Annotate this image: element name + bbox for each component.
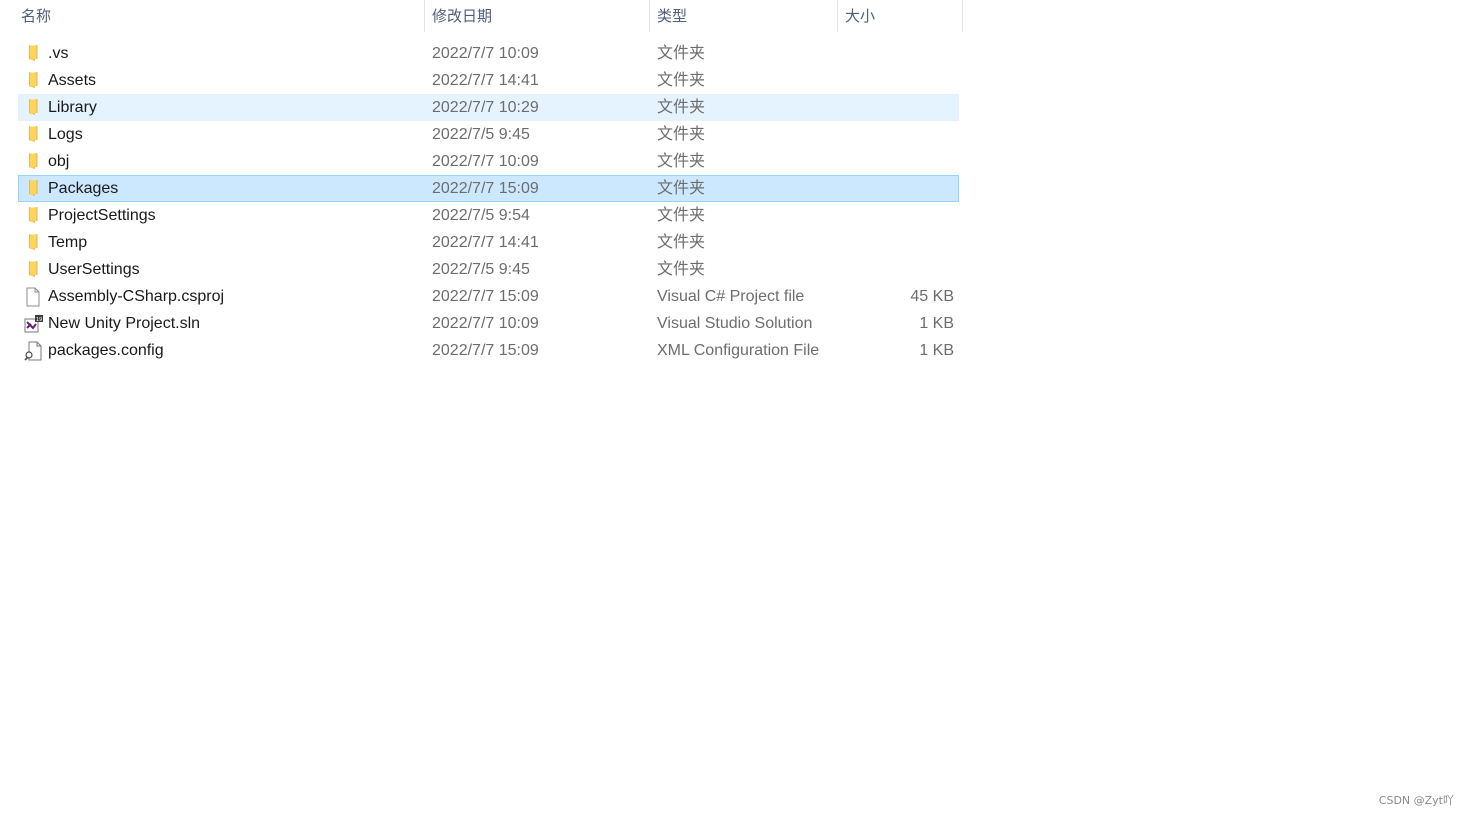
file-explorer-details-view: 名称 修改日期 类型 大小 .vs 2022/7/7 10:09 文件夹 Assets… — [0, 0, 1468, 817]
file-modified-date: 2022/7/7 15:09 — [432, 180, 539, 197]
file-row[interactable]: .vs 2022/7/7 10:09 文件夹 — [18, 40, 959, 67]
file-modified-date: 2022/7/7 10:09 — [432, 153, 539, 170]
file-size: 1 KB — [919, 342, 954, 359]
file-type: Visual Studio Solution — [657, 315, 813, 332]
folder-icon — [24, 260, 42, 278]
file-name: .vs — [48, 45, 69, 62]
folder-icon — [24, 44, 42, 62]
folder-icon — [24, 71, 42, 89]
file-modified-date: 2022/7/5 9:54 — [432, 207, 530, 224]
file-row[interactable]: Logs 2022/7/5 9:45 文件夹 — [18, 121, 959, 148]
file-type: 文件夹 — [657, 72, 706, 89]
file-name: Assembly-CSharp.csproj — [48, 288, 225, 305]
file-type: 文件夹 — [657, 180, 706, 197]
file-type: 文件夹 — [657, 126, 706, 143]
folder-icon — [24, 125, 42, 143]
file-type: XML Configuration File — [657, 342, 820, 359]
file-row[interactable]: Packages 2022/7/7 15:09 文件夹 — [18, 175, 959, 202]
column-header-name-label: 名称 — [21, 8, 52, 25]
file-name: Assets — [48, 72, 97, 89]
file-type: 文件夹 — [657, 153, 706, 170]
column-header-type[interactable]: 类型 — [650, 0, 838, 32]
column-header-date-label: 修改日期 — [432, 8, 493, 25]
column-header-date[interactable]: 修改日期 — [425, 0, 650, 32]
file-type: Visual C# Project file — [657, 288, 805, 305]
file-modified-date: 2022/7/7 10:09 — [432, 315, 539, 332]
file-row[interactable]: UserSettings 2022/7/5 9:45 文件夹 — [18, 256, 959, 283]
column-header-bar: 名称 修改日期 类型 大小 — [0, 0, 963, 32]
file-name: Library — [48, 99, 97, 116]
file-size: 1 KB — [919, 315, 954, 332]
file-name: ProjectSettings — [48, 207, 156, 224]
file-modified-date: 2022/7/7 10:29 — [432, 99, 539, 116]
folder-icon — [24, 179, 42, 197]
file-type: 文件夹 — [657, 99, 706, 116]
file-row[interactable]: Assembly-CSharp.csproj 2022/7/7 15:09 Visu… — [18, 283, 959, 310]
file-type: 文件夹 — [657, 45, 706, 62]
file-list: .vs 2022/7/7 10:09 文件夹 Assets 2022/7/7 14:41… — [18, 40, 959, 364]
file-name: packages.config — [48, 342, 164, 359]
file-type: 文件夹 — [657, 261, 706, 278]
file-modified-date: 2022/7/7 10:09 — [432, 45, 539, 62]
column-header-type-label: 类型 — [657, 8, 688, 25]
folder-icon — [24, 206, 42, 224]
document-icon — [24, 287, 42, 307]
visual-studio-solution-icon: 19 — [24, 314, 43, 333]
file-row[interactable]: ProjectSettings 2022/7/5 9:54 文件夹 — [18, 202, 959, 229]
file-name: obj — [48, 153, 70, 170]
file-type: 文件夹 — [657, 234, 706, 251]
file-row[interactable]: packages.config 2022/7/7 15:09 XML Configu… — [18, 337, 959, 364]
file-name: New Unity Project.sln — [48, 315, 201, 332]
column-header-size[interactable]: 大小 — [838, 0, 963, 32]
file-modified-date: 2022/7/7 15:09 — [432, 288, 539, 305]
column-header-size-label: 大小 — [845, 8, 876, 25]
file-modified-date: 2022/7/5 9:45 — [432, 126, 530, 143]
watermark: CSDN @Zyt吖 — [1378, 794, 1454, 807]
folder-icon — [24, 233, 42, 251]
file-name: UserSettings — [48, 261, 140, 278]
column-header-name[interactable]: 名称 — [14, 0, 425, 32]
file-name: Logs — [48, 126, 83, 143]
folder-icon — [24, 98, 42, 116]
file-modified-date: 2022/7/7 14:41 — [432, 72, 539, 89]
config-file-icon — [24, 341, 42, 361]
svg-text:19: 19 — [36, 317, 42, 323]
folder-icon — [24, 152, 42, 170]
file-modified-date: 2022/7/7 14:41 — [432, 234, 539, 251]
file-row[interactable]: obj 2022/7/7 10:09 文件夹 — [18, 148, 959, 175]
file-name: Temp — [48, 234, 88, 251]
file-size: 45 KB — [910, 288, 954, 305]
file-modified-date: 2022/7/7 15:09 — [432, 342, 539, 359]
file-name: Packages — [48, 180, 119, 197]
file-modified-date: 2022/7/5 9:45 — [432, 261, 530, 278]
file-row[interactable]: 19 New Unity Project.sln 2022/7/7 10:09 Vis… — [18, 310, 959, 337]
file-row[interactable]: Assets 2022/7/7 14:41 文件夹 — [18, 67, 959, 94]
file-row[interactable]: Library 2022/7/7 10:29 文件夹 — [18, 94, 959, 121]
file-type: 文件夹 — [657, 207, 706, 224]
file-row[interactable]: Temp 2022/7/7 14:41 文件夹 — [18, 229, 959, 256]
